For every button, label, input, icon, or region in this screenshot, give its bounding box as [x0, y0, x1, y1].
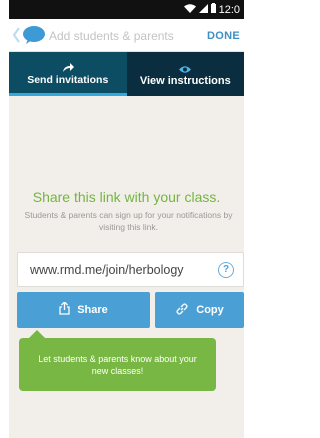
wifi-icon [183, 3, 196, 17]
done-button[interactable]: DONE [207, 29, 240, 43]
join-link-text[interactable]: www.rmd.me/join/herbology [30, 263, 184, 278]
join-link-field[interactable]: www.rmd.me/join/herbology ? [17, 252, 244, 287]
battery-icon [210, 3, 216, 17]
bottom-edge [9, 434, 244, 438]
link-icon [175, 302, 189, 319]
remind-cloud-logo[interactable] [22, 25, 46, 50]
send-arrow-icon [62, 60, 74, 72]
status-time: 12:0 [218, 3, 240, 16]
share-description: Students & parents can sign up for your … [24, 210, 233, 232]
copy-label: Copy [196, 304, 224, 316]
share-tooltip[interactable]: Let students & parents know about your n… [19, 338, 216, 391]
status-icons: 12:0 [183, 3, 240, 17]
help-icon[interactable]: ? [218, 262, 234, 278]
phone-screen: 12:0 Add students & parents DONE Send in… [0, 0, 244, 438]
tab-view-instructions[interactable]: View instructions [126, 52, 244, 96]
eye-icon [179, 61, 192, 73]
tab-label: View instructions [139, 75, 231, 87]
tab-bar: Send invitations View instructions [9, 52, 244, 96]
share-button[interactable]: Share [17, 292, 150, 328]
tooltip-arrow [29, 330, 45, 338]
header-title: Add students & parents [49, 29, 174, 43]
share-title: Share this link with your class. [32, 189, 221, 205]
tab-label: Send invitations [27, 73, 109, 86]
copy-button[interactable]: Copy [155, 292, 244, 328]
chevron-left-icon[interactable] [12, 27, 20, 47]
tooltip-text: Let students & parents know about your n… [38, 353, 197, 376]
status-bar: 12:0 [9, 0, 244, 19]
share-icon [59, 301, 70, 318]
signal-icon [198, 3, 208, 17]
app-header: Add students & parents DONE [9, 19, 244, 52]
share-label: Share [77, 304, 108, 316]
tab-send-invitations[interactable]: Send invitations [9, 52, 127, 96]
